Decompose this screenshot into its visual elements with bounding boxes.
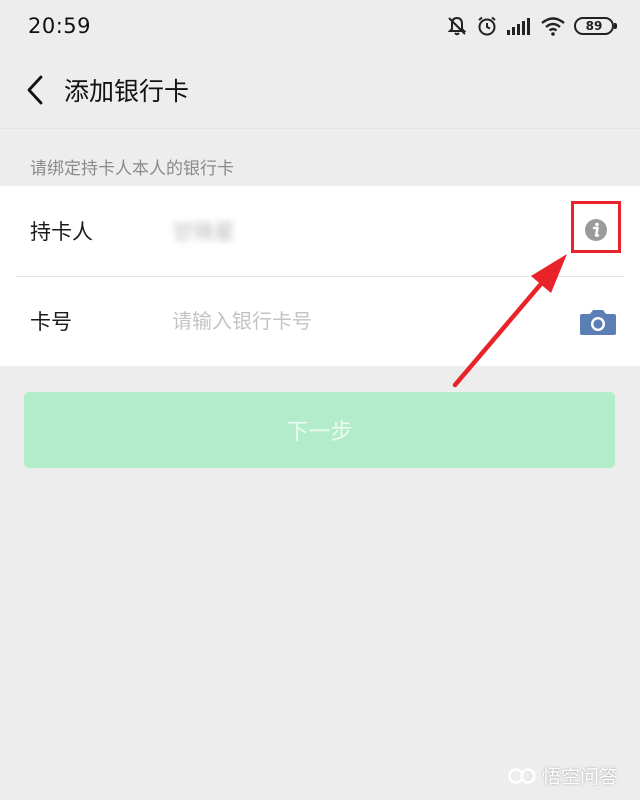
- battery-level: 89: [585, 19, 603, 33]
- card-number-label: 卡号: [30, 310, 72, 334]
- mute-bell-icon: [447, 16, 467, 36]
- cardholder-label: 持卡人: [30, 220, 93, 244]
- form-hint: 请绑定持卡人本人的银行卡: [30, 159, 234, 179]
- watermark-text: 悟空问答: [542, 766, 619, 788]
- back-button[interactable]: [6, 52, 64, 128]
- wifi-icon: [541, 17, 565, 36]
- nav-bar: 添加银行卡: [0, 52, 640, 129]
- next-step-button[interactable]: 下一步: [24, 392, 615, 468]
- status-time: 20:59: [28, 14, 92, 38]
- alarm-icon: [478, 16, 496, 36]
- page-title: 添加银行卡: [64, 77, 190, 106]
- bank-card-form: 持卡人 甘晓星 卡号: [0, 186, 640, 366]
- watermark-logo-icon: [508, 767, 536, 784]
- chevron-left-icon: [27, 75, 43, 105]
- info-icon[interactable]: [584, 218, 608, 242]
- watermark: 悟空问答: [508, 762, 618, 789]
- cardholder-value: 甘晓星: [172, 220, 235, 244]
- status-bar: 20:59 89: [0, 0, 640, 52]
- cardholder-row: 持卡人 甘晓星: [0, 186, 640, 276]
- camera-icon[interactable]: [579, 308, 617, 336]
- signal-icon: [507, 18, 530, 35]
- status-icons: 89: [446, 15, 617, 37]
- card-number-input[interactable]: [172, 309, 552, 333]
- battery-icon: 89: [574, 17, 617, 35]
- card-number-row: 卡号: [0, 276, 640, 366]
